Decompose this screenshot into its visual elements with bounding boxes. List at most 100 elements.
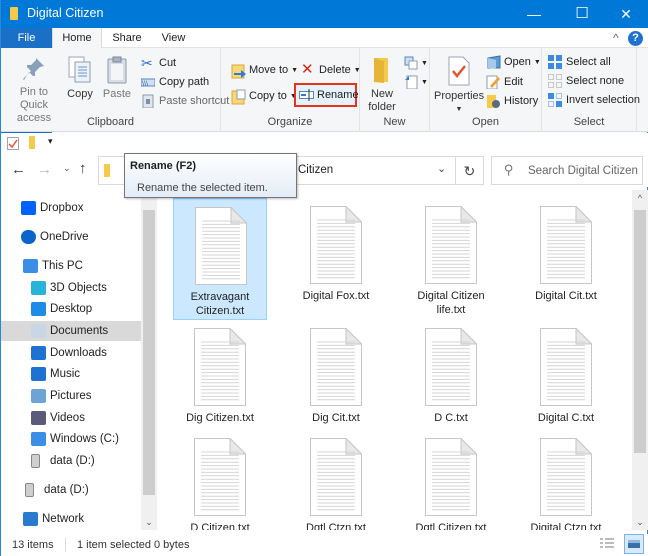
back-arrow-icon[interactable]: ← — [11, 161, 26, 178]
properties-dropdown-icon: ▼ — [455, 106, 463, 113]
move-to-button[interactable]: Move to ▼ — [229, 60, 298, 80]
copy-to-button[interactable]: Copy to▼ — [229, 86, 297, 106]
file-item[interactable]: Digital Citizen life.txt — [404, 198, 498, 320]
file-item[interactable]: Digital Fox.txt — [289, 198, 383, 320]
file-item[interactable]: Digital Cit.txt — [519, 198, 613, 320]
item-count: 13 items — [12, 539, 54, 551]
file-item[interactable]: Extravagant Citizen.txt — [173, 198, 267, 320]
scroll-down-icon[interactable]: ⌄ — [632, 517, 648, 528]
nav-item-pictures[interactable]: Pictures — [1, 386, 141, 406]
3d-objects-icon — [31, 281, 46, 295]
recent-locations-icon[interactable]: ⌄ — [63, 163, 71, 174]
scroll-up-icon[interactable]: ^ — [632, 193, 648, 203]
nav-item-3d-objects[interactable]: 3D Objects — [1, 278, 141, 298]
tab-view[interactable]: View — [151, 28, 196, 48]
invert-selection-button[interactable]: Invert selection — [546, 90, 640, 110]
details-view-button[interactable] — [600, 537, 614, 554]
select-none-button[interactable]: Select none — [546, 71, 624, 91]
help-button[interactable]: ? — [628, 31, 643, 46]
nav-item-label: Dropbox — [40, 202, 84, 214]
select-all-button[interactable]: Select all — [546, 52, 611, 72]
nav-item-downloads[interactable]: Downloads — [1, 343, 141, 363]
new-item-button[interactable]: ▼ — [402, 53, 428, 73]
content-scrollbar[interactable]: ^ ⌄ — [632, 190, 648, 530]
nav-item-label: Videos — [50, 412, 85, 424]
nav-item-dropbox[interactable]: Dropbox — [1, 198, 141, 218]
easy-access-button[interactable]: ▼ — [402, 72, 428, 92]
file-item[interactable]: Dgtl Citizen.txt — [404, 430, 498, 530]
address-path[interactable]: Citizen — [298, 164, 333, 176]
paste-shortcut-button[interactable]: Paste shortcut — [139, 91, 229, 111]
copy-label: Copy — [67, 88, 93, 100]
paste-shortcut-label: Paste shortcut — [159, 95, 230, 107]
nav-item-documents[interactable]: Documents — [1, 321, 141, 341]
nav-item-music[interactable]: Music — [1, 364, 141, 384]
properties-icon — [448, 56, 470, 86]
forward-arrow-icon[interactable]: → — [37, 161, 52, 178]
nav-item-data-d[interactable]: data (D:) — [1, 451, 141, 471]
nav-item-onedrive[interactable]: OneDrive — [1, 227, 141, 247]
file-item[interactable]: Dgtl Ctzn.txt — [289, 430, 383, 530]
desktop-icon — [31, 302, 46, 316]
qat-new-folder-icon[interactable] — [29, 136, 35, 149]
nav-item-windows-c[interactable]: Windows (C:) — [1, 429, 141, 449]
new-folder-button[interactable]: New folder — [364, 56, 400, 114]
copy-path-icon: \\\ — [140, 75, 156, 89]
window-title: Digital Citizen — [27, 6, 104, 20]
scroll-thumb[interactable] — [634, 210, 646, 453]
move-to-dropdown-icon: ▼ — [291, 67, 299, 74]
qat-customize-icon[interactable]: ▾ — [48, 136, 53, 147]
selection-info: 1 item selected — [77, 539, 151, 551]
nav-item-this-pc[interactable]: This PC — [1, 256, 141, 276]
file-item[interactable]: Dig Cit.txt — [289, 320, 383, 442]
cut-button[interactable]: ✂ Cut — [139, 53, 176, 73]
navigation-scrollbar[interactable]: ^ ⌄ — [141, 190, 157, 530]
nav-scroll-down-icon[interactable]: ⌄ — [141, 517, 157, 528]
file-name: Dgtl Ctzn.txt — [306, 522, 366, 530]
pin-to-quick-access-button[interactable]: Pin to Quick access — [5, 56, 63, 125]
properties-button[interactable]: Properties ▼ — [434, 56, 484, 116]
collapse-ribbon-button[interactable]: ^ — [613, 31, 619, 47]
copy-path-button[interactable]: \\\ Copy path — [139, 72, 209, 92]
search-box[interactable]: ⚲ Search Digital Citizen — [491, 156, 643, 185]
file-item[interactable]: Digital C.txt — [519, 320, 613, 442]
search-placeholder: Search Digital Citizen — [528, 165, 638, 177]
large-icons-view-button[interactable] — [624, 534, 644, 554]
minimize-button[interactable]: — — [511, 0, 557, 28]
file-explorer-window: Digital Citizen — ☐ ✕ File Home Share Vi… — [0, 0, 648, 556]
nav-scroll-thumb[interactable] — [143, 210, 155, 495]
edit-button[interactable]: Edit — [484, 72, 523, 92]
history-button[interactable]: History — [484, 91, 538, 111]
nav-item-label: Downloads — [50, 347, 107, 359]
tab-share[interactable]: Share — [103, 28, 151, 48]
address-dropdown-icon[interactable]: ⌄ — [437, 162, 446, 175]
history-icon — [486, 94, 500, 108]
copy-icon — [68, 56, 91, 83]
nav-item-videos[interactable]: Videos — [1, 408, 141, 428]
close-button[interactable]: ✕ — [603, 0, 648, 28]
rename-button[interactable]: Rename — [294, 83, 359, 107]
delete-button[interactable]: ✕ Delete ▼ — [299, 60, 361, 80]
copy-button[interactable]: Copy — [65, 56, 95, 101]
edit-label: Edit — [504, 76, 523, 88]
up-arrow-icon[interactable]: ↑ — [79, 160, 87, 177]
paste-label: Paste — [102, 88, 132, 100]
nav-item-network[interactable]: Network — [1, 509, 141, 529]
file-name: D C.txt — [434, 412, 468, 424]
file-item[interactable]: Dig Citizen.txt — [173, 320, 267, 442]
file-item[interactable]: D C.txt — [404, 320, 498, 442]
nav-item-desktop[interactable]: Desktop — [1, 299, 141, 319]
refresh-button[interactable]: ↻ — [456, 156, 484, 185]
nav-item-data-d[interactable]: data (D:) — [1, 480, 141, 500]
select-all-icon — [548, 55, 562, 69]
rename-label: Rename — [317, 89, 359, 101]
tab-home[interactable]: Home — [52, 28, 102, 49]
paste-button[interactable]: Paste — [101, 56, 133, 101]
file-item[interactable]: D Citizen.txt — [173, 430, 267, 530]
drive-d-icon — [31, 454, 40, 468]
maximize-button[interactable]: ☐ — [559, 0, 605, 28]
file-item[interactable]: Digital Ctzn.txt — [519, 430, 613, 530]
open-button[interactable]: Open ▼ — [484, 52, 541, 72]
qat-properties-icon[interactable] — [7, 137, 19, 153]
svg-text:\\\: \\\ — [142, 80, 149, 87]
